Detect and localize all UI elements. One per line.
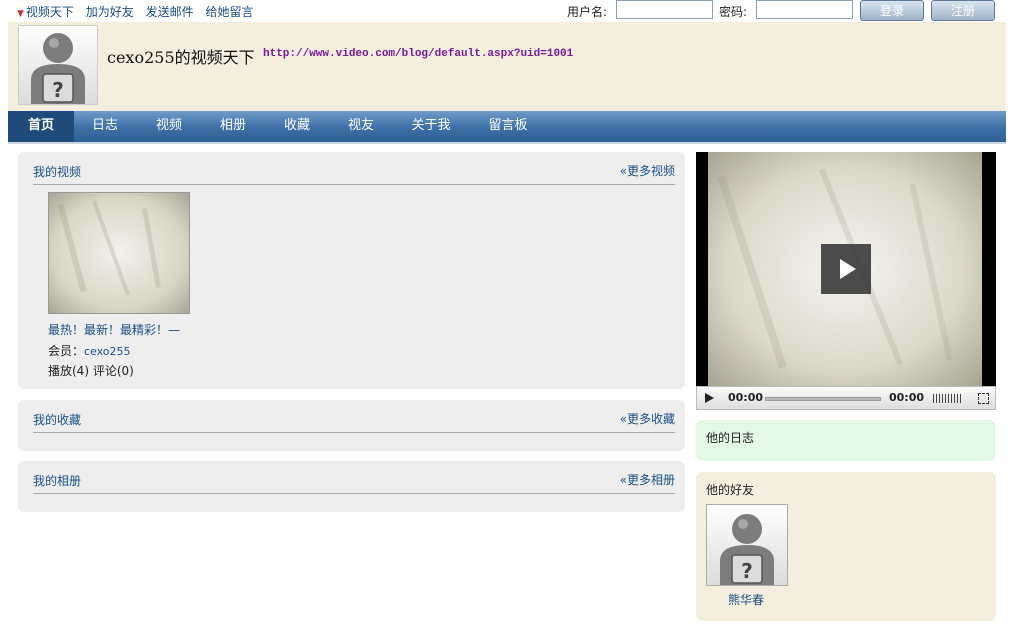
nav-item-friends[interactable]: 视友: [330, 111, 392, 142]
svg-text:?: ?: [52, 78, 64, 102]
seek-bar[interactable]: [765, 397, 881, 401]
register-button[interactable]: 注册: [931, 0, 995, 21]
top-links: ▼ 视频天下 加为好友 发送邮件 给她留言: [17, 3, 261, 20]
play-icon[interactable]: [705, 393, 714, 403]
username-label: 用户名:: [567, 5, 608, 19]
link-leave-message[interactable]: 给她留言: [205, 5, 253, 19]
play-overlay-icon[interactable]: [821, 244, 871, 294]
current-time: 00:00: [728, 391, 764, 404]
unknown-user-icon[interactable]: ?: [706, 504, 788, 586]
panel-header: 我的视频 «更多视频: [33, 162, 675, 185]
page-title: cexo255的视频天下: [107, 48, 255, 67]
player-controls: 00:00 00:00: [696, 386, 996, 410]
my-favorites-panel: 我的收藏 «更多收藏: [18, 400, 685, 451]
nav-item-favorites[interactable]: 收藏: [266, 111, 328, 142]
password-label: 密码:: [719, 5, 748, 19]
main-nav: 首页 日志 视频 相册 收藏 视友 关于我 留言板: [8, 111, 1006, 144]
my-albums-title[interactable]: 我的相册: [33, 472, 81, 489]
more-favorites-link[interactable]: «更多收藏: [620, 410, 675, 427]
duration-time: 00:00: [889, 391, 925, 404]
more-videos-link[interactable]: «更多视频: [620, 162, 675, 179]
his-diary-title: 他的日志: [706, 431, 755, 445]
his-friends-box: 他的好友 ? 熊华春: [696, 472, 996, 621]
video-member: 会员：cexo255: [48, 342, 131, 359]
video-title-link[interactable]: 最热！最新！最精彩！—: [48, 321, 180, 338]
nav-item-home[interactable]: 首页: [8, 111, 74, 142]
unknown-user-icon: ?: [18, 25, 98, 105]
video-stats: 播放(4) 评论(0): [48, 364, 134, 378]
profile-header: ? cexo255的视频天下 http://www.video.com/blog…: [8, 22, 1006, 111]
password-input[interactable]: [756, 0, 853, 19]
link-video-world[interactable]: 视频天下: [26, 5, 74, 19]
fullscreen-icon[interactable]: [978, 393, 989, 404]
link-add-friend[interactable]: 加为好友: [86, 5, 134, 19]
video-player[interactable]: 00:00 00:00: [696, 152, 996, 410]
caret-down-icon: ▼: [17, 9, 24, 19]
friend-name-link[interactable]: 熊华春: [728, 591, 764, 608]
volume-icon[interactable]: [933, 394, 963, 403]
login-button[interactable]: 登录: [860, 0, 924, 21]
nav-item-guestbook[interactable]: 留言板: [474, 111, 542, 142]
blog-url-link[interactable]: http://www.video.com/blog/default.aspx?u…: [263, 48, 573, 60]
my-videos-title[interactable]: 我的视频: [33, 163, 81, 180]
username-input[interactable]: [616, 0, 713, 19]
video-thumbnail[interactable]: [48, 192, 190, 314]
panel-header: 我的相册 «更多相册: [33, 471, 675, 494]
his-friends-title: 他的好友: [706, 483, 755, 497]
panel-header: 我的收藏 «更多收藏: [33, 410, 675, 433]
svg-text:?: ?: [741, 559, 753, 583]
member-label: 会员：: [48, 344, 85, 358]
nav-item-album[interactable]: 相册: [202, 111, 264, 142]
my-favorites-title[interactable]: 我的收藏: [33, 411, 81, 428]
link-send-email[interactable]: 发送邮件: [146, 5, 194, 19]
my-albums-panel: 我的相册 «更多相册: [18, 461, 685, 512]
nav-item-video[interactable]: 视频: [138, 111, 200, 142]
member-link[interactable]: cexo255: [84, 345, 131, 358]
my-videos-panel: 我的视频 «更多视频 最热！最新！最精彩！— 会员：cexo255 播放(4) …: [18, 152, 685, 389]
top-bar: ▼ 视频天下 加为好友 发送邮件 给她留言 用户名: 密码: 登录 注册: [0, 0, 1015, 22]
his-diary-box: 他的日志: [696, 420, 996, 461]
more-albums-link[interactable]: «更多相册: [620, 471, 675, 488]
nav-item-diary[interactable]: 日志: [74, 111, 136, 142]
nav-item-about[interactable]: 关于我: [400, 111, 462, 142]
